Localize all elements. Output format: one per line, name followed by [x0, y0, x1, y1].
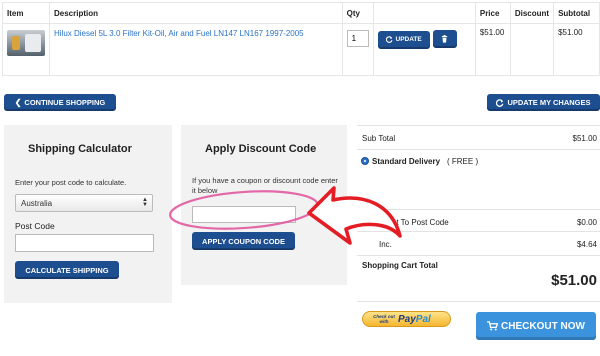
paypal-logo: PayPal: [398, 314, 431, 325]
header-actions: [372, 2, 476, 24]
qty-cell: [341, 23, 374, 76]
post-code-input[interactable]: [15, 234, 154, 252]
update-my-changes-label: UPDATE MY CHANGES: [507, 98, 591, 107]
header-item: Item: [2, 2, 50, 24]
paypal-checkout-text: Check out with: [373, 314, 395, 324]
header-description: Description: [49, 2, 343, 24]
price-cell: $51.00: [474, 23, 511, 76]
product-link[interactable]: Hilux Diesel 5L 3.0 Filter Kit-Oil, Air …: [54, 29, 304, 38]
continue-shopping-label: CONTINUE SHOPPING: [24, 98, 106, 107]
subtotal-cell: $51.00: [553, 23, 600, 76]
header-price: Price: [474, 2, 511, 24]
calculate-shipping-button[interactable]: CALCULATE SHIPPING: [15, 261, 119, 279]
grand-total-value: $51.00: [551, 272, 597, 289]
trash-icon: [441, 35, 448, 43]
paypal-pal-text: Pal: [415, 313, 431, 325]
paypal-checkout-button[interactable]: Check out with PayPal: [362, 311, 451, 327]
refresh-icon: [385, 36, 392, 43]
delete-button[interactable]: [432, 30, 457, 48]
select-arrows-icon: ▲ ▼: [142, 197, 148, 208]
shipping-cost-label: ng Cost To Post Code: [371, 218, 449, 227]
table-row: Hilux Diesel 5L 3.0 Filter Kit-Oil, Air …: [2, 23, 600, 76]
discount-code-title: Apply Discount Code: [205, 143, 317, 155]
update-label: UPDATE: [395, 36, 422, 43]
refresh-icon: [496, 98, 504, 107]
checkout-now-label: CHECKOUT NOW: [501, 320, 585, 332]
item-cell: [2, 23, 50, 76]
gst-label: Inc.: [379, 240, 392, 249]
shipping-calculator-title: Shipping Calculator: [28, 143, 132, 155]
subtotal-row: Sub Total $51.00: [357, 125, 600, 149]
update-my-changes-button[interactable]: UPDATE MY CHANGES: [487, 94, 600, 111]
discount-cell: [509, 23, 555, 76]
header-discount: Discount: [509, 2, 555, 24]
shipping-cost-value: $0.00: [576, 218, 597, 227]
discount-intro: If you have a coupon or discount code en…: [192, 176, 338, 195]
gst-value: $4.64: [576, 240, 597, 249]
order-totals: Sub Total $51.00 Standard Delivery ( FRE…: [357, 125, 600, 302]
cart-table: Item Description Qty Price Discount Subt…: [2, 2, 600, 76]
shipping-cost-row: ng Cost To Post Code $0.00: [357, 209, 600, 231]
subtotal-label: Sub Total: [362, 134, 396, 143]
quantity-input[interactable]: [346, 30, 369, 47]
country-select[interactable]: Australia ▲ ▼: [15, 194, 153, 212]
shipping-intro: Enter your post code to calculate.: [15, 178, 127, 187]
apply-coupon-button[interactable]: APPLY COUPON CODE: [192, 232, 295, 250]
paypal-pay-text: Pay: [398, 313, 416, 325]
header-subtotal: Subtotal: [553, 2, 600, 24]
standard-delivery-radio[interactable]: [361, 157, 369, 165]
delivery-note: ( FREE ): [447, 157, 479, 166]
delivery-row: Standard Delivery ( FREE ): [357, 149, 600, 209]
cart-total-label: Shopping Cart Total: [362, 261, 438, 270]
shipping-calculator-panel: Shipping Calculator Enter your post code…: [4, 125, 172, 303]
delivery-label: Standard Delivery: [372, 157, 441, 166]
description-cell: Hilux Diesel 5L 3.0 Filter Kit-Oil, Air …: [49, 23, 343, 76]
subtotal-value: $51.00: [572, 134, 597, 143]
chevron-left-icon: ❮: [14, 98, 22, 107]
product-thumbnail[interactable]: [7, 30, 45, 56]
checkout-now-button[interactable]: CHECKOUT NOW: [476, 312, 596, 340]
discount-code-panel: Apply Discount Code If you have a coupon…: [181, 125, 347, 285]
coupon-code-input[interactable]: [192, 206, 296, 223]
cart-icon: [487, 321, 499, 331]
header-qty: Qty: [341, 2, 374, 24]
update-button[interactable]: UPDATE: [377, 30, 430, 49]
cart-header-row: Item Description Qty Price Discount Subt…: [2, 2, 600, 24]
country-select-value: Australia: [21, 199, 53, 208]
post-code-label: Post Code: [15, 221, 55, 231]
gst-row: Inc. $4.64: [357, 231, 600, 255]
row-actions-cell: UPDATE: [372, 23, 476, 76]
continue-shopping-button[interactable]: ❮ CONTINUE SHOPPING: [4, 94, 116, 111]
